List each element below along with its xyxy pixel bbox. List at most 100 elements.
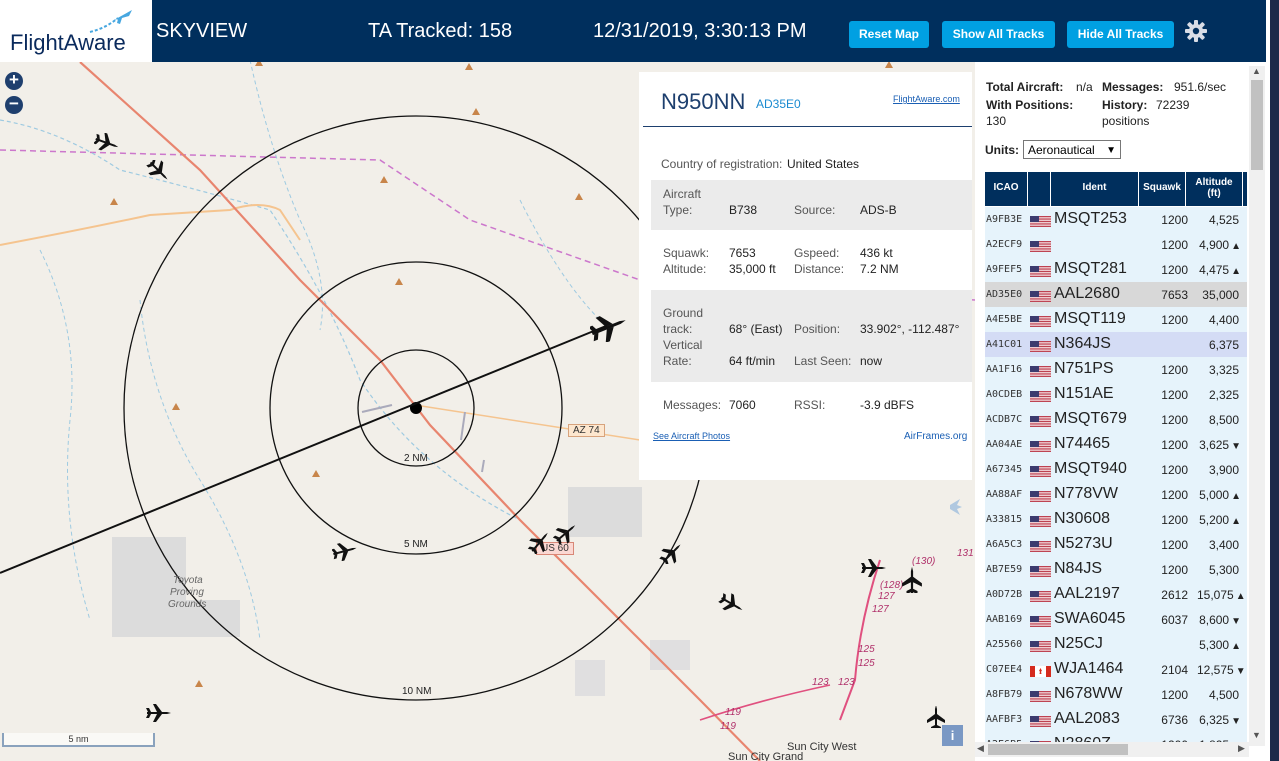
reset-map-button[interactable]: Reset Map [849, 21, 929, 48]
vertical-scrollbar-thumb[interactable] [1251, 80, 1263, 170]
scale-bar: 5 nm [2, 733, 155, 747]
table-row[interactable]: AA04AE N74465 1200 3,625 ▼ [985, 432, 1247, 457]
altitude-trend-icon: ▼ [1231, 616, 1241, 627]
scroll-up-icon[interactable]: ▲ [1252, 66, 1261, 76]
row-squawk: 6736 [1161, 713, 1188, 727]
units-select[interactable]: Aeronautical ▼ [1023, 140, 1121, 159]
aircraft-icon[interactable] [861, 557, 887, 579]
squawk-label: Squawk: [663, 246, 710, 260]
table-row[interactable]: AA88AF N778VW 1200 5,000 ▲ [985, 482, 1247, 507]
place-label-toyota: Toyota [173, 575, 203, 586]
table-row[interactable]: A9FB3E MSQT253 1200 4,525 [985, 207, 1247, 232]
row-altitude: 8,500 [1197, 413, 1241, 427]
table-row[interactable]: A67345 MSQT940 1200 3,900 [985, 457, 1247, 482]
us-flag-icon [1030, 564, 1051, 578]
altitude-trend-icon: ▼ [1235, 666, 1246, 677]
row-squawk: 1200 [1161, 513, 1188, 527]
messages-rate-value: 951.6/sec [1174, 80, 1227, 94]
show-all-tracks-button[interactable]: Show All Tracks [942, 21, 1055, 48]
map-info-button[interactable]: i [942, 725, 963, 746]
aircraft-icon[interactable] [553, 522, 579, 544]
row-icao: A41C01 [986, 339, 1023, 350]
column-header-squawk[interactable]: Squawk [1139, 172, 1185, 206]
row-altitude: 3,900 [1197, 463, 1241, 477]
altitude-trend-icon: ▲ [1235, 591, 1246, 602]
flightaware-link[interactable]: FlightAware.com [893, 94, 960, 104]
route-number: 119 [725, 707, 741, 718]
row-ident: N151AE [1054, 385, 1114, 402]
table-row[interactable]: AD35E0 AAL2680 7653 35,000 [985, 282, 1247, 307]
row-altitude: 4,525 [1197, 213, 1241, 227]
table-row[interactable]: AA1F16 N751PS 1200 3,325 [985, 357, 1247, 382]
us-flag-icon [1030, 489, 1051, 503]
aircraft-icon[interactable] [146, 702, 172, 724]
row-icao: A67345 [986, 464, 1023, 475]
aircraft-icon[interactable] [527, 530, 553, 554]
row-altitude: 5,200 ▲ [1197, 513, 1241, 527]
zoom-in-button[interactable]: + [5, 71, 23, 90]
aircraft-registration: N950NN [661, 89, 746, 114]
flightaware-logo[interactable]: FlightAware [0, 0, 152, 62]
row-altitude: 2,325 [1197, 388, 1241, 402]
aircraft-icon[interactable] [898, 567, 926, 593]
us-flag-icon [1030, 539, 1051, 553]
history-unit: positions [1102, 114, 1150, 128]
us-flag-icon [1030, 214, 1051, 228]
table-row[interactable]: A6A5C3 N5273U 1200 3,400 [985, 532, 1247, 557]
table-row[interactable]: A25560 N25CJ 5,300 ▲ [985, 632, 1247, 657]
row-squawk: 6037 [1161, 613, 1188, 627]
table-row[interactable]: A41C01 N364JS 6,375 [985, 332, 1247, 357]
column-header-icao[interactable]: ICAO [985, 172, 1027, 206]
table-row[interactable]: ACDB7C MSQT679 1200 8,500 [985, 407, 1247, 432]
table-row[interactable]: C07EE4 WJA1464 2104 12,575 ▼ [985, 657, 1247, 682]
table-row[interactable]: AAB169 SWA6045 6037 8,600 ▼ [985, 607, 1247, 632]
aircraft-icon[interactable] [659, 542, 685, 564]
us-flag-icon [1030, 589, 1051, 603]
table-row[interactable]: A33815 N30608 1200 5,200 ▲ [985, 507, 1247, 532]
aircraft-icon[interactable] [94, 133, 120, 153]
table-row[interactable]: A2ECF9 1200 4,900 ▲ [985, 232, 1247, 257]
scroll-down-icon[interactable]: ▼ [1252, 730, 1261, 740]
row-ident: AAL2083 [1054, 710, 1120, 727]
scroll-right-icon[interactable]: ▶ [1238, 743, 1245, 754]
row-icao: A2ECF9 [986, 239, 1023, 250]
row-ident: N74465 [1054, 435, 1111, 452]
row-squawk: 2612 [1161, 588, 1188, 602]
row-ident: MSQT281 [1054, 260, 1127, 277]
column-header-altitude[interactable]: Altitude (ft) [1186, 172, 1242, 206]
table-row[interactable]: A0CDEB N151AE 1200 2,325 [985, 382, 1247, 407]
us-flag-icon [1030, 514, 1051, 528]
scroll-left-icon[interactable]: ◀ [977, 743, 984, 754]
table-row[interactable]: A8FB79 N678WW 1200 4,500 [985, 682, 1247, 707]
route-number: 125 [858, 644, 875, 655]
gear-icon[interactable] [1184, 19, 1208, 43]
last-seen-value: now [860, 354, 883, 368]
ground-track-label: Ground [663, 306, 704, 320]
zoom-out-button[interactable]: − [5, 95, 23, 114]
table-row[interactable]: A4E5BE MSQT119 1200 4,400 [985, 307, 1247, 332]
horizontal-scrollbar-thumb[interactable] [988, 744, 1128, 755]
row-icao: A6A5C3 [986, 539, 1023, 550]
aircraft-icon[interactable] [146, 160, 172, 182]
table-row[interactable]: AB7E59 N84JS 1200 5,300 [985, 557, 1247, 582]
aircraft-icon[interactable] [718, 592, 746, 616]
aircraft-icon[interactable] [332, 541, 358, 561]
hide-all-tracks-button[interactable]: Hide All Tracks [1067, 21, 1174, 48]
table-row[interactable]: A0D72B AAL2197 2612 15,075 ▲ [985, 582, 1247, 607]
table-row[interactable]: A9FEF5 MSQT281 1200 4,475 ▲ [985, 257, 1247, 282]
us-flag-icon [1030, 439, 1051, 453]
row-altitude: 3,400 [1197, 538, 1241, 552]
row-ident: AAL2680 [1054, 285, 1120, 302]
position-value: 33.902°, -112.487° [860, 322, 960, 336]
airframes-link[interactable]: AirFrames.org [904, 431, 967, 442]
altitude-trend-icon: ▲ [1231, 266, 1241, 277]
selected-aircraft-icon[interactable] [590, 312, 628, 342]
column-header-ident[interactable]: Ident [1051, 172, 1138, 206]
source-label: Source: [794, 203, 836, 217]
us-flag-icon [1030, 389, 1051, 403]
altitude-label: Altitude: [663, 262, 707, 276]
aircraft-photos-link[interactable]: See Aircraft Photos [653, 431, 730, 441]
row-icao: A25560 [986, 639, 1023, 650]
table-row[interactable]: AAFBF3 AAL2083 6736 6,325 ▼ [985, 707, 1247, 732]
altitude-trend-icon: ▼ [1231, 441, 1241, 452]
